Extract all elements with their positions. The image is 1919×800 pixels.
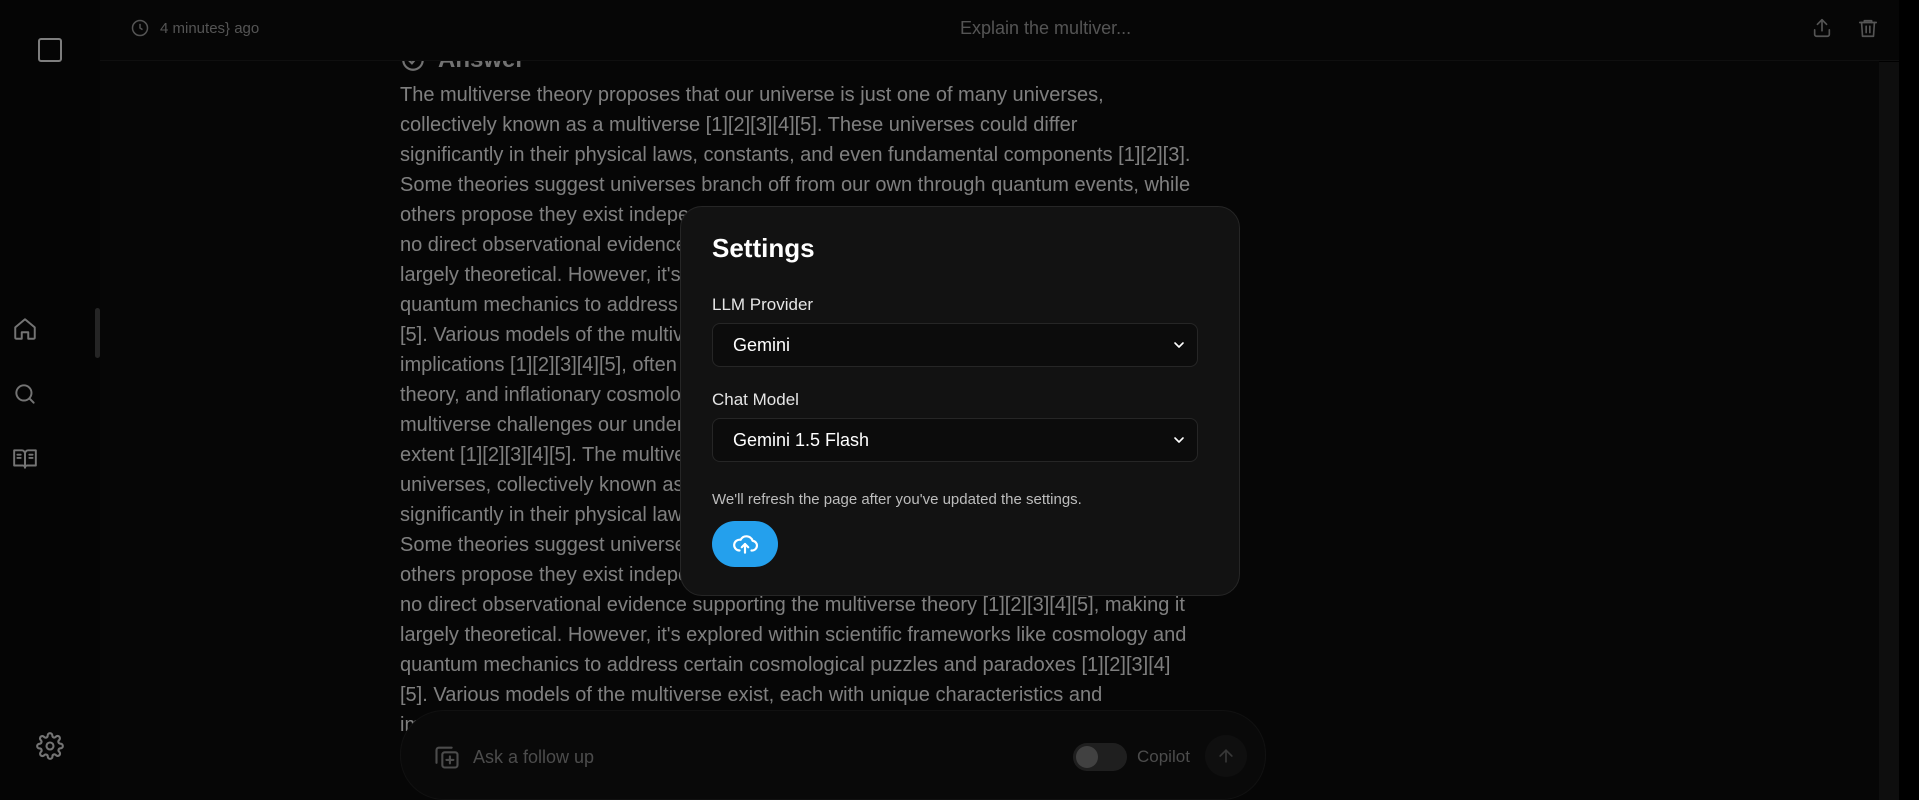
chevron-down-icon <box>1171 337 1187 358</box>
llm-provider-label: LLM Provider <box>712 295 814 314</box>
chevron-down-icon <box>1171 432 1187 453</box>
llm-provider-value: Gemini <box>733 334 791 355</box>
refresh-note: We'll refresh the page after you've upda… <box>712 491 1082 508</box>
settings-dialog: Settings LLM Provider Gemini Chat Model … <box>680 206 1240 596</box>
app-window: 4 minutes} ago Explain the multiver... A… <box>0 0 1919 800</box>
chat-model-label: Chat Model <box>712 390 799 409</box>
save-settings-button[interactable] <box>712 521 778 567</box>
chat-model-select[interactable]: Gemini 1.5 Flash <box>712 418 1198 462</box>
llm-provider-select[interactable]: Gemini <box>712 323 1198 367</box>
chat-model-value: Gemini 1.5 Flash <box>733 429 870 450</box>
cloud-upload-icon <box>733 535 758 554</box>
dialog-title: Settings <box>712 233 815 263</box>
